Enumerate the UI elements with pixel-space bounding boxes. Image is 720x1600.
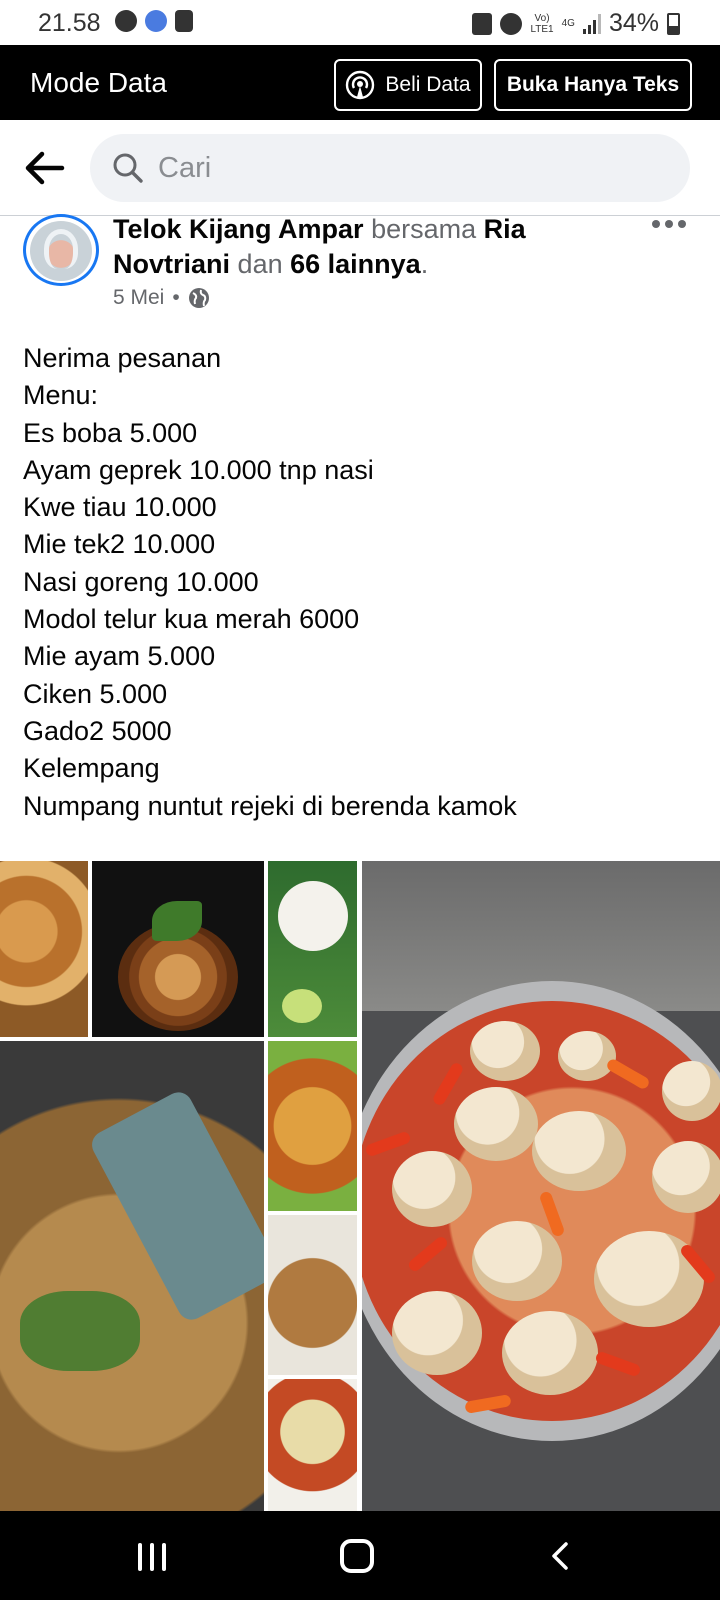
- alert-icon: [175, 10, 193, 32]
- volte-label: Vo): [534, 12, 550, 24]
- buy-data-button[interactable]: Beli Data: [334, 59, 482, 111]
- post-date[interactable]: 5 Mei: [113, 286, 164, 310]
- globe-icon: [188, 288, 209, 308]
- gado-gado-photo[interactable]: [268, 1379, 357, 1511]
- post-line: Kelempang: [23, 753, 160, 784]
- fried-chicken-photo[interactable]: [0, 861, 88, 1037]
- home-icon[interactable]: [340, 1539, 374, 1573]
- and-word: dan: [237, 249, 283, 279]
- lte-label: LTE1: [530, 23, 554, 35]
- fried-noodle-photo[interactable]: [0, 1041, 264, 1511]
- post-author-line: Telok Kijang Ampar bersama Ria Novtriani…: [113, 212, 633, 282]
- data-mode-title: Mode Data: [30, 67, 167, 98]
- battery-icon: [667, 12, 680, 35]
- signal-icon: [582, 13, 601, 34]
- kwetiau-photo[interactable]: [268, 1215, 357, 1375]
- post-line: Mie tek2 10.000: [23, 529, 216, 560]
- end-period: .: [420, 249, 429, 279]
- more-horizontal-icon[interactable]: [652, 220, 686, 230]
- back-arrow-icon[interactable]: [22, 146, 66, 190]
- post-photos: [0, 861, 720, 1511]
- post-line: Ayam geprek 10.000 tnp nasi: [23, 454, 374, 485]
- search-input[interactable]: [158, 148, 658, 188]
- status-notification-icons: [115, 10, 193, 32]
- post-line: Ciken 5.000: [23, 678, 168, 709]
- network-type: 4G: [561, 18, 575, 29]
- avatar[interactable]: [23, 214, 99, 286]
- post-line: Nerima pesanan: [23, 343, 222, 373]
- post-line: Es boba 5.000: [23, 417, 198, 448]
- meatball-soup-photo[interactable]: [362, 861, 720, 1511]
- nav-back-icon[interactable]: [550, 1541, 570, 1571]
- post-line: Menu:: [23, 380, 99, 411]
- battery-percent: 34%: [608, 9, 659, 37]
- alarm-icon: [500, 12, 523, 35]
- fried-rice-photo[interactable]: [268, 1041, 357, 1211]
- post-line: Numpang nuntut rejeki di berenda kamok: [23, 790, 517, 821]
- rice-plate-photo[interactable]: [268, 861, 357, 1037]
- buy-data-label: Beli Data: [385, 73, 471, 96]
- others-link[interactable]: 66 lainnya: [290, 249, 421, 279]
- post-line: Kwe tiau 10.000: [23, 492, 217, 523]
- rocket-app-icon: [145, 10, 167, 32]
- search-header: [0, 120, 720, 216]
- meta-separator: •: [172, 286, 180, 309]
- system-nav-bar: [0, 1511, 720, 1600]
- status-system-icons: Vo) LTE1 4G 34%: [472, 9, 680, 38]
- ayam-geprek-photo[interactable]: [92, 861, 264, 1037]
- post-line: Nasi goreng 10.000: [23, 566, 259, 597]
- status-time: 21.58: [38, 9, 101, 37]
- text-only-label: Buka Hanya Teks: [506, 73, 680, 96]
- post-line: Gado2 5000: [23, 715, 172, 746]
- post-line: Modol telur kua merah 6000: [23, 604, 360, 635]
- search-box[interactable]: [90, 134, 690, 202]
- status-bar: 21.58 Vo) LTE1 4G 34%: [0, 0, 720, 45]
- author-name[interactable]: Telok Kijang Ampar: [113, 214, 364, 244]
- search-icon: [113, 153, 143, 183]
- data-mode-bar: Mode Data Beli Data Buka Hanya Teks: [0, 45, 720, 120]
- broadcast-icon: [346, 70, 375, 100]
- post-meta: 5 Mei •: [113, 286, 210, 310]
- volte-indicator: Vo) LTE1: [530, 13, 553, 35]
- text-only-button[interactable]: Buka Hanya Teks: [494, 59, 692, 111]
- post-line: Mie ayam 5.000: [23, 641, 216, 672]
- avatar-photo: [30, 221, 92, 281]
- with-word: bersama: [371, 214, 477, 244]
- post-text: Nerima pesanan Menu: Es boba 5.000 Ayam …: [23, 340, 703, 825]
- recent-apps-icon[interactable]: [138, 1543, 166, 1571]
- phone-call-icon: [115, 10, 137, 32]
- lock-icon: [472, 12, 493, 35]
